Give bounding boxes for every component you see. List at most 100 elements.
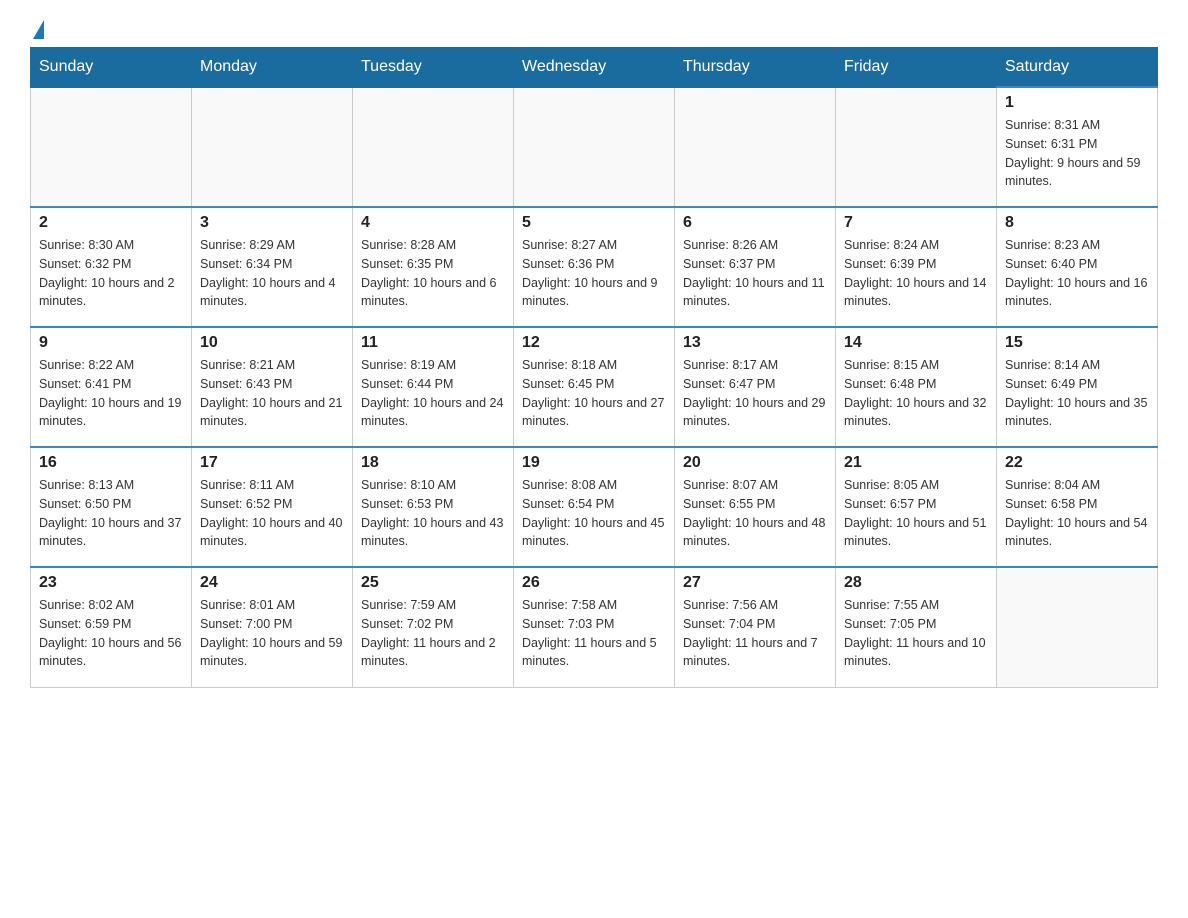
day-number: 2 <box>39 214 183 232</box>
day-info: Sunrise: 8:30 AMSunset: 6:32 PMDaylight:… <box>39 236 183 311</box>
day-info: Sunrise: 7:55 AMSunset: 7:05 PMDaylight:… <box>844 596 988 671</box>
calendar-day-cell: 28 Sunrise: 7:55 AMSunset: 7:05 PMDayligh… <box>836 567 997 687</box>
calendar-week-row: 1 Sunrise: 8:31 AMSunset: 6:31 PMDaylight… <box>31 87 1158 207</box>
day-number: 20 <box>683 454 827 472</box>
calendar-day-cell: 24 Sunrise: 8:01 AMSunset: 7:00 PMDayligh… <box>192 567 353 687</box>
day-number: 24 <box>200 574 344 592</box>
day-info: Sunrise: 8:01 AMSunset: 7:00 PMDaylight:… <box>200 596 344 671</box>
day-number: 25 <box>361 574 505 592</box>
calendar-day-header: Saturday <box>997 48 1158 88</box>
day-number: 8 <box>1005 214 1149 232</box>
calendar-day-cell: 27 Sunrise: 7:56 AMSunset: 7:04 PMDayligh… <box>675 567 836 687</box>
page-header <box>30 20 1158 37</box>
calendar-day-cell: 7 Sunrise: 8:24 AMSunset: 6:39 PMDaylight… <box>836 207 997 327</box>
day-number: 23 <box>39 574 183 592</box>
calendar-day-header: Monday <box>192 48 353 88</box>
day-number: 28 <box>844 574 988 592</box>
calendar-day-cell: 6 Sunrise: 8:26 AMSunset: 6:37 PMDaylight… <box>675 207 836 327</box>
calendar-day-header: Tuesday <box>353 48 514 88</box>
day-number: 17 <box>200 454 344 472</box>
day-info: Sunrise: 8:15 AMSunset: 6:48 PMDaylight:… <box>844 356 988 431</box>
calendar-day-cell <box>836 87 997 207</box>
calendar-day-cell: 20 Sunrise: 8:07 AMSunset: 6:55 PMDayligh… <box>675 447 836 567</box>
calendar-day-cell: 12Sunrise: 8:18 AMSunset: 6:45 PMDayligh… <box>514 327 675 447</box>
calendar-day-cell <box>997 567 1158 687</box>
day-number: 21 <box>844 454 988 472</box>
calendar-day-cell: 22 Sunrise: 8:04 AMSunset: 6:58 PMDayligh… <box>997 447 1158 567</box>
day-info: Sunrise: 8:24 AMSunset: 6:39 PMDaylight:… <box>844 236 988 311</box>
day-number: 12 <box>522 334 666 352</box>
day-number: 3 <box>200 214 344 232</box>
calendar-day-cell: 5 Sunrise: 8:27 AMSunset: 6:36 PMDaylight… <box>514 207 675 327</box>
day-number: 14 <box>844 334 988 352</box>
day-info: Sunrise: 8:08 AMSunset: 6:54 PMDaylight:… <box>522 476 666 551</box>
day-number: 7 <box>844 214 988 232</box>
day-number: 16 <box>39 454 183 472</box>
calendar-day-cell: 11 Sunrise: 8:19 AMSunset: 6:44 PMDayligh… <box>353 327 514 447</box>
calendar-day-header: Friday <box>836 48 997 88</box>
day-info: Sunrise: 8:17 AMSunset: 6:47 PMDaylight:… <box>683 356 827 431</box>
day-info: Sunrise: 8:26 AMSunset: 6:37 PMDaylight:… <box>683 236 827 311</box>
day-number: 19 <box>522 454 666 472</box>
day-info: Sunrise: 8:28 AMSunset: 6:35 PMDaylight:… <box>361 236 505 311</box>
day-number: 6 <box>683 214 827 232</box>
day-info: Sunrise: 8:04 AMSunset: 6:58 PMDaylight:… <box>1005 476 1149 551</box>
day-number: 22 <box>1005 454 1149 472</box>
calendar-day-cell: 2 Sunrise: 8:30 AMSunset: 6:32 PMDaylight… <box>31 207 192 327</box>
calendar-day-cell: 10 Sunrise: 8:21 AMSunset: 6:43 PMDayligh… <box>192 327 353 447</box>
calendar-day-cell: 14 Sunrise: 8:15 AMSunset: 6:48 PMDayligh… <box>836 327 997 447</box>
calendar-day-header: Wednesday <box>514 48 675 88</box>
day-info: Sunrise: 8:31 AMSunset: 6:31 PMDaylight:… <box>1005 116 1149 191</box>
day-info: Sunrise: 7:58 AMSunset: 7:03 PMDaylight:… <box>522 596 666 671</box>
calendar-table: SundayMondayTuesdayWednesdayThursdayFrid… <box>30 47 1158 688</box>
calendar-day-cell <box>31 87 192 207</box>
logo <box>30 20 44 37</box>
calendar-day-cell: 23 Sunrise: 8:02 AMSunset: 6:59 PMDayligh… <box>31 567 192 687</box>
calendar-day-cell: 4 Sunrise: 8:28 AMSunset: 6:35 PMDaylight… <box>353 207 514 327</box>
day-number: 1 <box>1005 94 1149 112</box>
calendar-day-cell <box>675 87 836 207</box>
day-info: Sunrise: 8:27 AMSunset: 6:36 PMDaylight:… <box>522 236 666 311</box>
calendar-week-row: 16 Sunrise: 8:13 AMSunset: 6:50 PMDayligh… <box>31 447 1158 567</box>
day-info: Sunrise: 8:21 AMSunset: 6:43 PMDaylight:… <box>200 356 344 431</box>
calendar-day-cell: 17 Sunrise: 8:11 AMSunset: 6:52 PMDayligh… <box>192 447 353 567</box>
day-info: Sunrise: 8:11 AMSunset: 6:52 PMDaylight:… <box>200 476 344 551</box>
day-info: Sunrise: 8:23 AMSunset: 6:40 PMDaylight:… <box>1005 236 1149 311</box>
day-info: Sunrise: 8:19 AMSunset: 6:44 PMDaylight:… <box>361 356 505 431</box>
calendar-day-cell: 21Sunrise: 8:05 AMSunset: 6:57 PMDayligh… <box>836 447 997 567</box>
day-number: 5 <box>522 214 666 232</box>
calendar-day-cell: 25Sunrise: 7:59 AMSunset: 7:02 PMDayligh… <box>353 567 514 687</box>
day-number: 4 <box>361 214 505 232</box>
calendar-header-row: SundayMondayTuesdayWednesdayThursdayFrid… <box>31 48 1158 88</box>
day-info: Sunrise: 8:10 AMSunset: 6:53 PMDaylight:… <box>361 476 505 551</box>
calendar-day-header: Sunday <box>31 48 192 88</box>
calendar-day-cell <box>353 87 514 207</box>
day-info: Sunrise: 7:56 AMSunset: 7:04 PMDaylight:… <box>683 596 827 671</box>
calendar-day-cell: 3 Sunrise: 8:29 AMSunset: 6:34 PMDaylight… <box>192 207 353 327</box>
calendar-day-cell: 19 Sunrise: 8:08 AMSunset: 6:54 PMDayligh… <box>514 447 675 567</box>
day-info: Sunrise: 8:02 AMSunset: 6:59 PMDaylight:… <box>39 596 183 671</box>
day-info: Sunrise: 8:29 AMSunset: 6:34 PMDaylight:… <box>200 236 344 311</box>
calendar-day-cell: 18 Sunrise: 8:10 AMSunset: 6:53 PMDayligh… <box>353 447 514 567</box>
calendar-day-cell: 13 Sunrise: 8:17 AMSunset: 6:47 PMDayligh… <box>675 327 836 447</box>
day-info: Sunrise: 8:13 AMSunset: 6:50 PMDaylight:… <box>39 476 183 551</box>
day-number: 13 <box>683 334 827 352</box>
calendar-day-cell <box>514 87 675 207</box>
calendar-day-cell: 26Sunrise: 7:58 AMSunset: 7:03 PMDayligh… <box>514 567 675 687</box>
calendar-day-cell: 16 Sunrise: 8:13 AMSunset: 6:50 PMDayligh… <box>31 447 192 567</box>
day-number: 9 <box>39 334 183 352</box>
calendar-week-row: 9Sunrise: 8:22 AMSunset: 6:41 PMDaylight… <box>31 327 1158 447</box>
day-number: 10 <box>200 334 344 352</box>
calendar-day-header: Thursday <box>675 48 836 88</box>
calendar-day-cell: 8 Sunrise: 8:23 AMSunset: 6:40 PMDaylight… <box>997 207 1158 327</box>
day-number: 27 <box>683 574 827 592</box>
day-info: Sunrise: 8:14 AMSunset: 6:49 PMDaylight:… <box>1005 356 1149 431</box>
day-number: 18 <box>361 454 505 472</box>
day-number: 15 <box>1005 334 1149 352</box>
calendar-day-cell: 15 Sunrise: 8:14 AMSunset: 6:49 PMDayligh… <box>997 327 1158 447</box>
calendar-day-cell: 9Sunrise: 8:22 AMSunset: 6:41 PMDaylight… <box>31 327 192 447</box>
day-number: 11 <box>361 334 505 352</box>
day-info: Sunrise: 8:07 AMSunset: 6:55 PMDaylight:… <box>683 476 827 551</box>
calendar-week-row: 23 Sunrise: 8:02 AMSunset: 6:59 PMDayligh… <box>31 567 1158 687</box>
calendar-week-row: 2 Sunrise: 8:30 AMSunset: 6:32 PMDaylight… <box>31 207 1158 327</box>
